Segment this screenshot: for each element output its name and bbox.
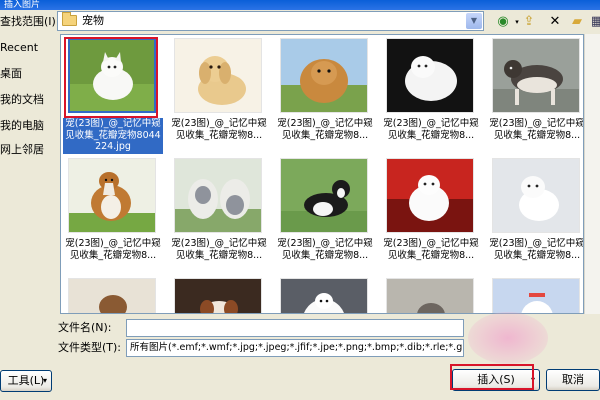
file-caption: 宠(23图)_@_记忆中窥见收集_花瓣宠物8... xyxy=(277,238,373,261)
file-thumbnail xyxy=(174,158,262,233)
file-tile[interactable]: 宠(23图)_@_记忆中窥见收集_花瓣宠物8... xyxy=(275,38,375,154)
chevron-down-icon[interactable]: ▼ xyxy=(466,13,482,29)
file-thumbnail xyxy=(68,158,156,233)
file-thumbnail xyxy=(492,158,580,233)
vertical-scrollbar[interactable] xyxy=(584,34,600,314)
file-thumbnail xyxy=(386,158,474,233)
file-caption: 宠(23图)_@_记忆中窥见收集_花瓣宠物8... xyxy=(383,118,479,141)
file-thumbnail xyxy=(280,38,368,113)
cancel-button-label: 取消 xyxy=(562,373,584,386)
file-thumbnail xyxy=(492,278,580,313)
look-in-path: 宠物 xyxy=(82,14,104,27)
file-tile[interactable]: 宠(23图)_@_记忆中窥见收集_花瓣宠物8... xyxy=(169,158,269,274)
filename-label: 文件名(N): xyxy=(58,321,112,334)
decorative-blob xyxy=(468,312,548,364)
file-thumbnail xyxy=(68,38,156,113)
file-tile[interactable] xyxy=(169,278,269,313)
file-caption: 宠(23图)_@_记忆中窥见收集_花瓣宠物8044224.jpg xyxy=(63,118,163,154)
file-thumbnail xyxy=(492,38,580,113)
file-thumbnail xyxy=(386,38,474,113)
file-caption: 宠(23图)_@_记忆中窥见收集_花瓣宠物8... xyxy=(171,118,267,141)
file-tile[interactable]: 宠(23图)_@_记忆中窥见收集_花瓣宠物8... xyxy=(487,38,584,154)
file-caption: 宠(23图)_@_记忆中窥见收集_花瓣宠物8... xyxy=(489,238,584,261)
file-tile[interactable] xyxy=(487,278,583,313)
file-tile[interactable] xyxy=(381,278,481,313)
tools-button-label: 工具(L) xyxy=(7,374,45,387)
delete-icon[interactable]: ✕ xyxy=(546,13,564,31)
insert-button-label: 插入(S) xyxy=(477,373,515,386)
cancel-button[interactable]: 取消 xyxy=(546,369,600,391)
file-tile[interactable]: 宠(23图)_@_记忆中窥见收集_花瓣宠物8... xyxy=(487,158,584,274)
file-thumbnail xyxy=(280,278,368,313)
file-list-view[interactable]: 宠(23图)_@_记忆中窥见收集_花瓣宠物8044224.jpg 宠(23图)_… xyxy=(60,34,584,314)
places-bar: Recent 桌面 我的文档 我的电脑 网上邻居 xyxy=(0,38,60,368)
file-tile[interactable]: 宠(23图)_@_记忆中窥见收集_花瓣宠物8... xyxy=(63,158,163,274)
file-tile[interactable]: 宠(23图)_@_记忆中窥见收集_花瓣宠物8... xyxy=(169,38,269,154)
folder-icon xyxy=(62,12,77,26)
place-desktop[interactable]: 桌面 xyxy=(0,66,60,82)
filename-input[interactable] xyxy=(126,319,464,337)
file-tile[interactable]: 宠(23图)_@_记忆中窥见收集_花瓣宠物8044224.jpg xyxy=(63,38,163,154)
file-thumbnail xyxy=(174,38,262,113)
place-network[interactable]: 网上邻居 xyxy=(0,142,60,158)
place-recent[interactable]: Recent xyxy=(0,40,60,56)
window-title: 插入图片 xyxy=(4,0,41,10)
file-tile[interactable]: 宠(23图)_@_记忆中窥见收集_花瓣宠物8... xyxy=(275,158,375,274)
file-caption: 宠(23图)_@_记忆中窥见收集_花瓣宠物8... xyxy=(65,238,161,261)
new-folder-icon[interactable]: ▰ xyxy=(568,13,586,31)
file-thumbnail xyxy=(68,278,156,313)
file-tile[interactable]: 宠(23图)_@_记忆中窥见收集_花瓣宠物8... xyxy=(381,158,481,274)
file-thumbnail xyxy=(174,278,262,313)
chevron-down-icon: ▾ xyxy=(42,376,47,385)
filetype-select[interactable]: 所有图片(*.emf;*.wmf;*.jpg;*.jpeg;*.jfif;*.j… xyxy=(126,339,464,357)
views-menu-icon[interactable]: ▦ xyxy=(588,13,600,31)
insert-button[interactable]: 插入(S) ▾ xyxy=(452,369,540,391)
file-thumbnail xyxy=(280,158,368,233)
file-tile[interactable] xyxy=(275,278,375,313)
tools-button[interactable]: 工具(L) ▾ xyxy=(0,370,52,392)
chevron-down-icon: ▾ xyxy=(530,375,535,384)
file-thumbnail xyxy=(386,278,474,313)
file-tile[interactable]: 宠(23图)_@_记忆中窥见收集_花瓣宠物8... xyxy=(381,38,481,154)
place-my-computer[interactable]: 我的电脑 xyxy=(0,118,60,134)
up-folder-icon[interactable]: ⇪ xyxy=(520,13,538,31)
place-my-documents[interactable]: 我的文档 xyxy=(0,92,60,108)
file-caption: 宠(23图)_@_记忆中窥见收集_花瓣宠物8... xyxy=(383,238,479,261)
file-tile[interactable] xyxy=(63,278,163,313)
title-bar: 插入图片 xyxy=(0,0,600,10)
file-caption: 宠(23图)_@_记忆中窥见收集_花瓣宠物8... xyxy=(277,118,373,141)
file-caption: 宠(23图)_@_记忆中窥见收集_花瓣宠物8... xyxy=(171,238,267,261)
look-in-combo[interactable]: 宠物 ▼ xyxy=(57,11,484,31)
filetype-label: 文件类型(T): xyxy=(58,341,122,354)
look-in-label: 查找范围(I): xyxy=(0,15,60,28)
file-caption: 宠(23图)_@_记忆中窥见收集_花瓣宠物8... xyxy=(489,118,584,141)
